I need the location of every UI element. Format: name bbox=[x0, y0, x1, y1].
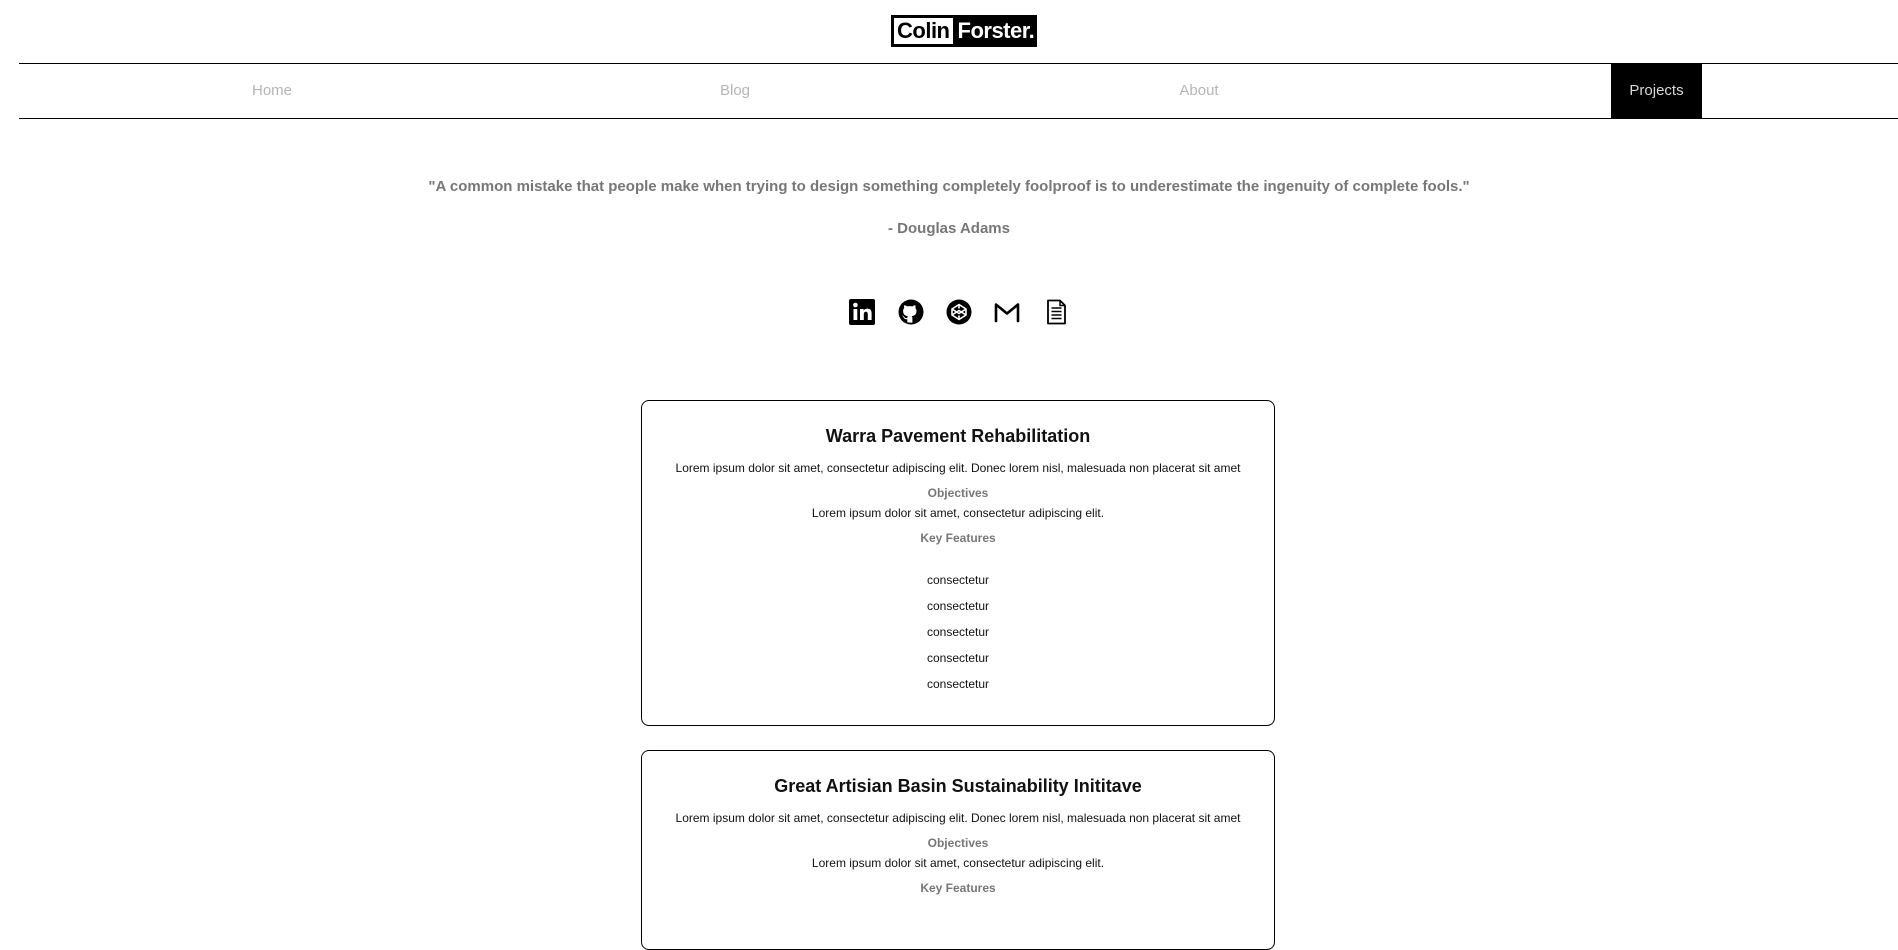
feature-item: consectetur bbox=[926, 599, 990, 613]
site-logo[interactable]: Colin Forster. bbox=[891, 15, 1038, 47]
project-description: Lorem ipsum dolor sit amet, consectetur … bbox=[675, 811, 1241, 825]
codepen-icon[interactable] bbox=[945, 298, 973, 326]
objectives-text: Lorem ipsum dolor sit amet, consectetur … bbox=[811, 856, 1105, 870]
project-card: Warra Pavement Rehabilitation Lorem ipsu… bbox=[641, 400, 1275, 726]
nav-about[interactable]: About bbox=[1139, 64, 1259, 118]
key-features-list: consectetur consectetur consectetur cons… bbox=[642, 571, 1274, 727]
logo-last-name: Forster. bbox=[955, 15, 1038, 47]
project-title: Great Artisian Basin Sustainability Init… bbox=[774, 776, 1142, 796]
key-features-label: Key Features bbox=[920, 531, 996, 545]
project-title: Warra Pavement Rehabilitation bbox=[825, 426, 1091, 446]
project-description: Lorem ipsum dolor sit amet, consectetur … bbox=[675, 461, 1241, 475]
quote-author: - Douglas Adams bbox=[888, 220, 1010, 237]
nav-blog[interactable]: Blog bbox=[675, 64, 795, 118]
feature-item: consectetur bbox=[926, 625, 990, 639]
gmail-icon[interactable] bbox=[993, 298, 1021, 326]
project-card: Great Artisian Basin Sustainability Init… bbox=[641, 750, 1275, 950]
feature-item: consectetur bbox=[926, 573, 990, 587]
key-features-label: Key Features bbox=[920, 881, 996, 895]
feature-item: consectetur bbox=[926, 677, 990, 691]
nav-home[interactable]: Home bbox=[212, 64, 332, 118]
linkedin-icon[interactable] bbox=[848, 298, 876, 326]
main-nav: Home Blog About Projects bbox=[19, 63, 1898, 119]
social-links bbox=[0, 298, 1898, 328]
nav-projects[interactable]: Projects bbox=[1611, 64, 1702, 118]
quote-text: "A common mistake that people make when … bbox=[428, 178, 1470, 195]
github-icon[interactable] bbox=[897, 298, 925, 326]
objectives-text: Lorem ipsum dolor sit amet, consectetur … bbox=[811, 506, 1105, 520]
logo-first-name: Colin bbox=[891, 15, 956, 47]
feature-item: consectetur bbox=[926, 651, 990, 665]
objectives-label: Objectives bbox=[927, 486, 989, 500]
resume-icon[interactable] bbox=[1042, 298, 1070, 326]
objectives-label: Objectives bbox=[927, 836, 989, 850]
